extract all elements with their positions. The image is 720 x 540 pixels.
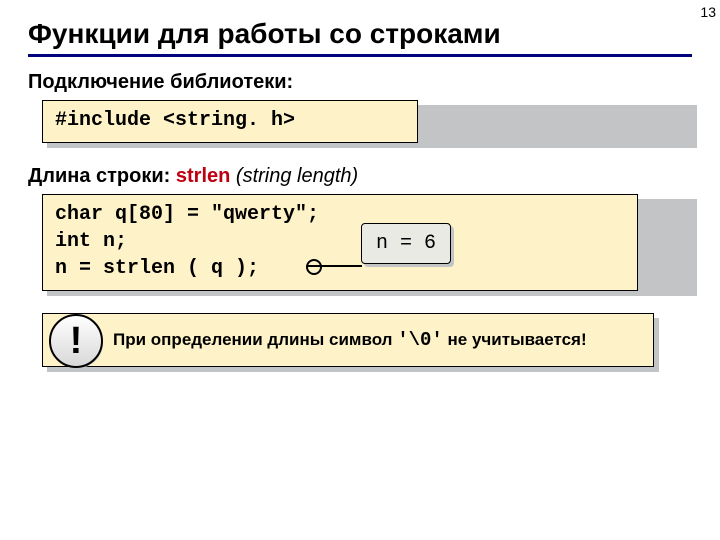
page-title: Функции для работы со строками (28, 18, 692, 50)
section2-label: Длина строки: strlen (string length) (28, 165, 692, 188)
slide-content: Функции для работы со строками Подключен… (0, 0, 720, 367)
callout-wrap: n = 6 (361, 223, 451, 264)
bang-badge: ! (49, 314, 101, 366)
title-underline (28, 54, 692, 57)
note-mono: '\0' (397, 329, 443, 351)
codebox2: char q[80] = "qwerty"; int n; n = strlen… (42, 194, 638, 291)
section1-label: Подключение библиотеки: (28, 71, 692, 94)
callout-connector (308, 265, 362, 267)
section2-prefix: Длина строки: (28, 165, 176, 187)
section2-keyword: strlen (176, 165, 230, 187)
note-box: ! При определении длины символ '\0' не у… (42, 313, 654, 367)
note-wrap: ! При определении длины символ '\0' не у… (42, 313, 654, 367)
callout-box: n = 6 (361, 223, 451, 264)
page-number: 13 (700, 4, 716, 20)
codebox1-wrap: #include <string. h> (42, 100, 692, 143)
codebox1: #include <string. h> (42, 100, 418, 143)
note-after: не учитывается! (443, 330, 587, 349)
note-text: При определении длины символ '\0' не учи… (113, 329, 587, 351)
code2-line2: int n; (55, 228, 625, 255)
code2-line3: n = strlen ( q ); (55, 255, 625, 282)
section2-suffix: (string length) (230, 165, 358, 187)
code2-line1: char q[80] = "qwerty"; (55, 201, 625, 228)
note-before: При определении длины символ (113, 330, 397, 349)
code1-text: #include <string. h> (55, 109, 295, 132)
codebox2-wrap: char q[80] = "qwerty"; int n; n = strlen… (42, 194, 692, 291)
exclamation-icon: ! (49, 314, 103, 368)
